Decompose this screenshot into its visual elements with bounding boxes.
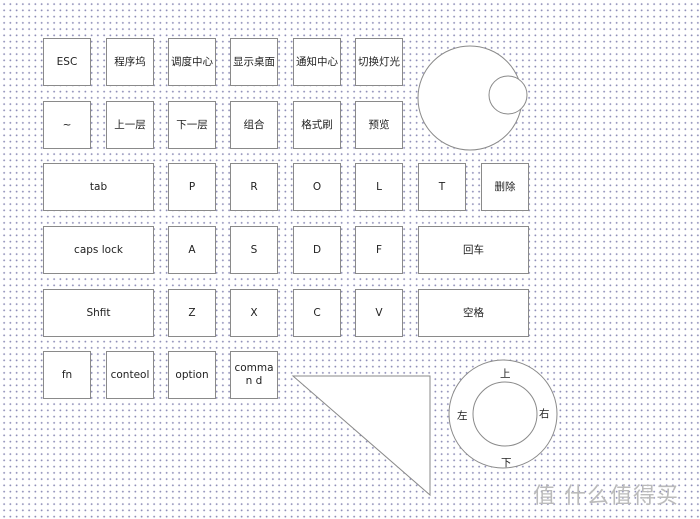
key-3-0[interactable]: caps lock <box>43 226 154 274</box>
key-3-1[interactable]: A <box>168 226 216 274</box>
key-0-5[interactable]: 切换灯光 <box>355 38 403 86</box>
triangle-pad[interactable] <box>291 375 431 497</box>
key-4-4[interactable]: V <box>355 289 403 337</box>
key-2-3[interactable]: O <box>293 163 341 211</box>
watermark: 值 什么值得买 <box>533 484 679 509</box>
key-3-2[interactable]: S <box>230 226 278 274</box>
dpad-down-label: 下 <box>501 457 512 469</box>
dpad-right-label: 右 <box>539 408 550 420</box>
key-0-2[interactable]: 调度中心 <box>168 38 216 86</box>
key-1-5[interactable]: 预览 <box>355 101 403 149</box>
key-4-5[interactable]: 空格 <box>418 289 529 337</box>
big-knob-inner[interactable] <box>488 75 528 115</box>
key-4-3[interactable]: C <box>293 289 341 337</box>
key-2-4[interactable]: L <box>355 163 403 211</box>
key-2-2[interactable]: R <box>230 163 278 211</box>
key-3-4[interactable]: F <box>355 226 403 274</box>
key-4-1[interactable]: Z <box>168 289 216 337</box>
key-5-3[interactable]: comman d <box>230 351 278 399</box>
key-0-3[interactable]: 显示桌面 <box>230 38 278 86</box>
key-2-1[interactable]: P <box>168 163 216 211</box>
key-5-0[interactable]: fn <box>43 351 91 399</box>
dpad-left-label: 左 <box>457 410 468 422</box>
key-1-2[interactable]: 下一层 <box>168 101 216 149</box>
key-2-5[interactable]: T <box>418 163 466 211</box>
key-5-2[interactable]: option <box>168 351 216 399</box>
key-1-3[interactable]: 组合 <box>230 101 278 149</box>
key-0-1[interactable]: 程序坞 <box>106 38 154 86</box>
key-3-5[interactable]: 回车 <box>418 226 529 274</box>
dpad-center[interactable] <box>472 381 538 447</box>
key-2-6[interactable]: 删除 <box>481 163 529 211</box>
key-1-1[interactable]: 上一层 <box>106 101 154 149</box>
key-1-4[interactable]: 格式刷 <box>293 101 341 149</box>
key-5-1[interactable]: conteol <box>106 351 154 399</box>
key-3-3[interactable]: D <box>293 226 341 274</box>
key-1-0[interactable]: ~ <box>43 101 91 149</box>
key-0-0[interactable]: ESC <box>43 38 91 86</box>
key-4-0[interactable]: Shfit <box>43 289 154 337</box>
key-2-0[interactable]: tab <box>43 163 154 211</box>
key-0-4[interactable]: 通知中心 <box>293 38 341 86</box>
dpad-up-label: 上 <box>500 368 511 380</box>
key-4-2[interactable]: X <box>230 289 278 337</box>
